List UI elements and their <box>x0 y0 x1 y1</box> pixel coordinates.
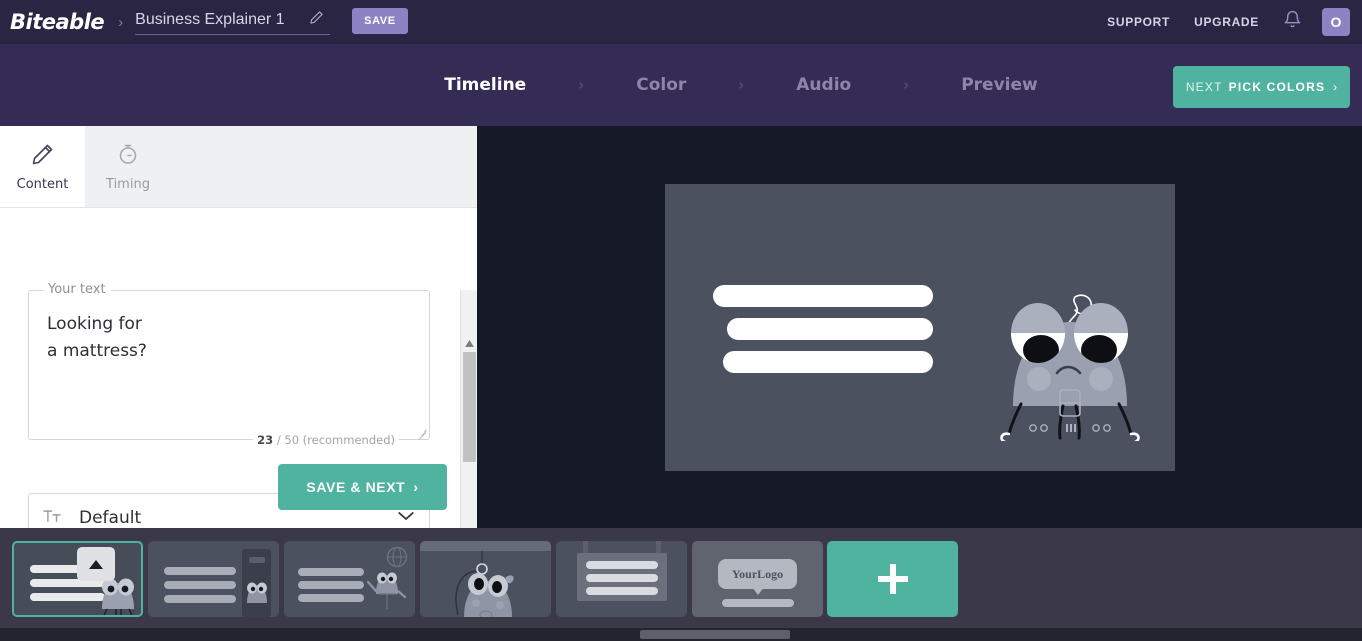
tab-content[interactable]: Content <box>0 126 85 207</box>
thumb-bar <box>164 595 236 603</box>
font-select-value: Default <box>79 508 142 528</box>
text-field-value[interactable]: Looking for a mattress? <box>47 311 147 365</box>
chevron-right-icon: › <box>413 479 419 495</box>
top-bar-right: SUPPORT UPGRADE O <box>1107 8 1362 36</box>
thumb-bar <box>164 581 236 589</box>
text-field[interactable]: Your text Looking for a mattress? 23 / 5… <box>28 282 430 447</box>
character-count: 23 <box>257 433 274 447</box>
tab-timing[interactable]: Timing <box>85 126 171 207</box>
scrollbar-thumb[interactable] <box>463 352 476 462</box>
tab-content-label: Content <box>16 176 69 192</box>
biteable-editor: Biteable › Business Explainer 1 SAVE SUP… <box>0 0 1362 641</box>
chevron-down-icon <box>397 509 415 527</box>
project-name-text[interactable]: Business Explainer 1 <box>135 11 295 29</box>
thumb-bar <box>586 587 658 595</box>
top-bar: Biteable › Business Explainer 1 SAVE SUP… <box>0 0 1362 44</box>
scene-thumbnail-2[interactable] <box>148 541 279 617</box>
thumb-bar <box>298 581 364 589</box>
next-prefix-label: NEXT <box>1185 80 1223 94</box>
preview-canvas[interactable] <box>665 184 1175 471</box>
thumb-globe-icon <box>386 546 408 568</box>
scene-thumbnail-6[interactable]: YourLogo <box>692 541 823 617</box>
text-placeholder-bar <box>727 318 933 340</box>
preview-stage <box>477 126 1362 528</box>
character-count-suffix: / 50 (recommended) <box>276 433 395 447</box>
step-chevron-2: › <box>738 76 745 94</box>
save-next-label: SAVE & NEXT <box>306 479 406 495</box>
step-chevron-1: › <box>578 76 585 94</box>
breadcrumb-separator: › <box>118 13 124 31</box>
thumb-bar <box>298 594 364 602</box>
stopwatch-icon <box>116 142 140 171</box>
step-nav: Timeline › Color › Audio › Preview <box>0 44 1362 126</box>
next-pick-colors-button[interactable]: NEXT PICK COLORS › <box>1173 66 1350 108</box>
text-format-icon <box>43 508 61 529</box>
pencil-icon <box>31 142 55 171</box>
plus-icon <box>877 564 908 594</box>
tab-audio[interactable]: Audio <box>796 75 851 95</box>
app-logo[interactable]: Biteable <box>10 10 105 34</box>
thumb-fly-icon <box>102 578 134 615</box>
next-main-label: PICK COLORS <box>1228 80 1326 94</box>
scene-thumbnail-5[interactable] <box>556 541 687 617</box>
thumb-logo-text: YourLogo <box>731 566 784 581</box>
tab-timing-label: Timing <box>106 176 150 192</box>
thumb-bar <box>164 567 236 575</box>
thumb-bar <box>586 574 658 582</box>
tab-timeline[interactable]: Timeline <box>444 75 526 95</box>
thumb-bar <box>298 568 364 576</box>
scroll-up-arrow-icon[interactable] <box>461 335 477 352</box>
character-counter: 23 / 50 (recommended) <box>253 433 399 447</box>
step-chevron-3: › <box>903 76 910 94</box>
upgrade-link[interactable]: UPGRADE <box>1194 15 1259 29</box>
thumb-fly-icon <box>247 582 267 603</box>
pencil-icon[interactable] <box>309 10 324 30</box>
bell-icon[interactable] <box>1283 9 1302 35</box>
chevron-right-icon: › <box>1333 80 1338 94</box>
thumb-bar <box>30 593 105 601</box>
support-link[interactable]: SUPPORT <box>1107 15 1170 29</box>
tab-preview[interactable]: Preview <box>961 75 1038 95</box>
scene-thumbnail-3[interactable] <box>284 541 415 617</box>
text-placeholder-bar <box>713 285 933 307</box>
thumb-phone-screen <box>249 557 265 563</box>
move-scene-up-button[interactable] <box>77 547 115 581</box>
tab-color[interactable]: Color <box>636 75 686 95</box>
avatar[interactable]: O <box>1322 8 1350 36</box>
thumb-bar <box>586 561 658 569</box>
panel-tabs: Content Timing <box>0 126 477 208</box>
panel-scrollbar[interactable] <box>460 290 477 528</box>
scene-strip: YourLogo Activate Windows Go to Settings… <box>0 528 1362 628</box>
add-scene-button[interactable] <box>827 541 958 617</box>
horizontal-scrollbar[interactable] <box>0 628 1362 641</box>
save-and-next-button[interactable]: SAVE & NEXT › <box>278 464 447 510</box>
thumb-lamp-fly-icon <box>455 551 514 617</box>
caret-up-icon <box>89 559 103 569</box>
sad-fly-character <box>1000 294 1140 441</box>
text-field-legend: Your text <box>43 282 111 297</box>
thumb-bar <box>722 599 794 607</box>
scene-thumbnail-1[interactable] <box>12 541 143 617</box>
text-placeholder-bar <box>723 351 933 373</box>
thumb-fly-presenter-icon <box>367 572 407 609</box>
textarea-resize-handle[interactable] <box>417 428 427 441</box>
horizontal-scrollbar-thumb[interactable] <box>640 630 790 639</box>
scene-thumbnail-4[interactable] <box>420 541 551 617</box>
step-list: Timeline › Color › Audio › Preview <box>324 75 1037 95</box>
project-name-field[interactable]: Business Explainer 1 <box>135 10 331 35</box>
save-button[interactable]: SAVE <box>352 8 408 34</box>
